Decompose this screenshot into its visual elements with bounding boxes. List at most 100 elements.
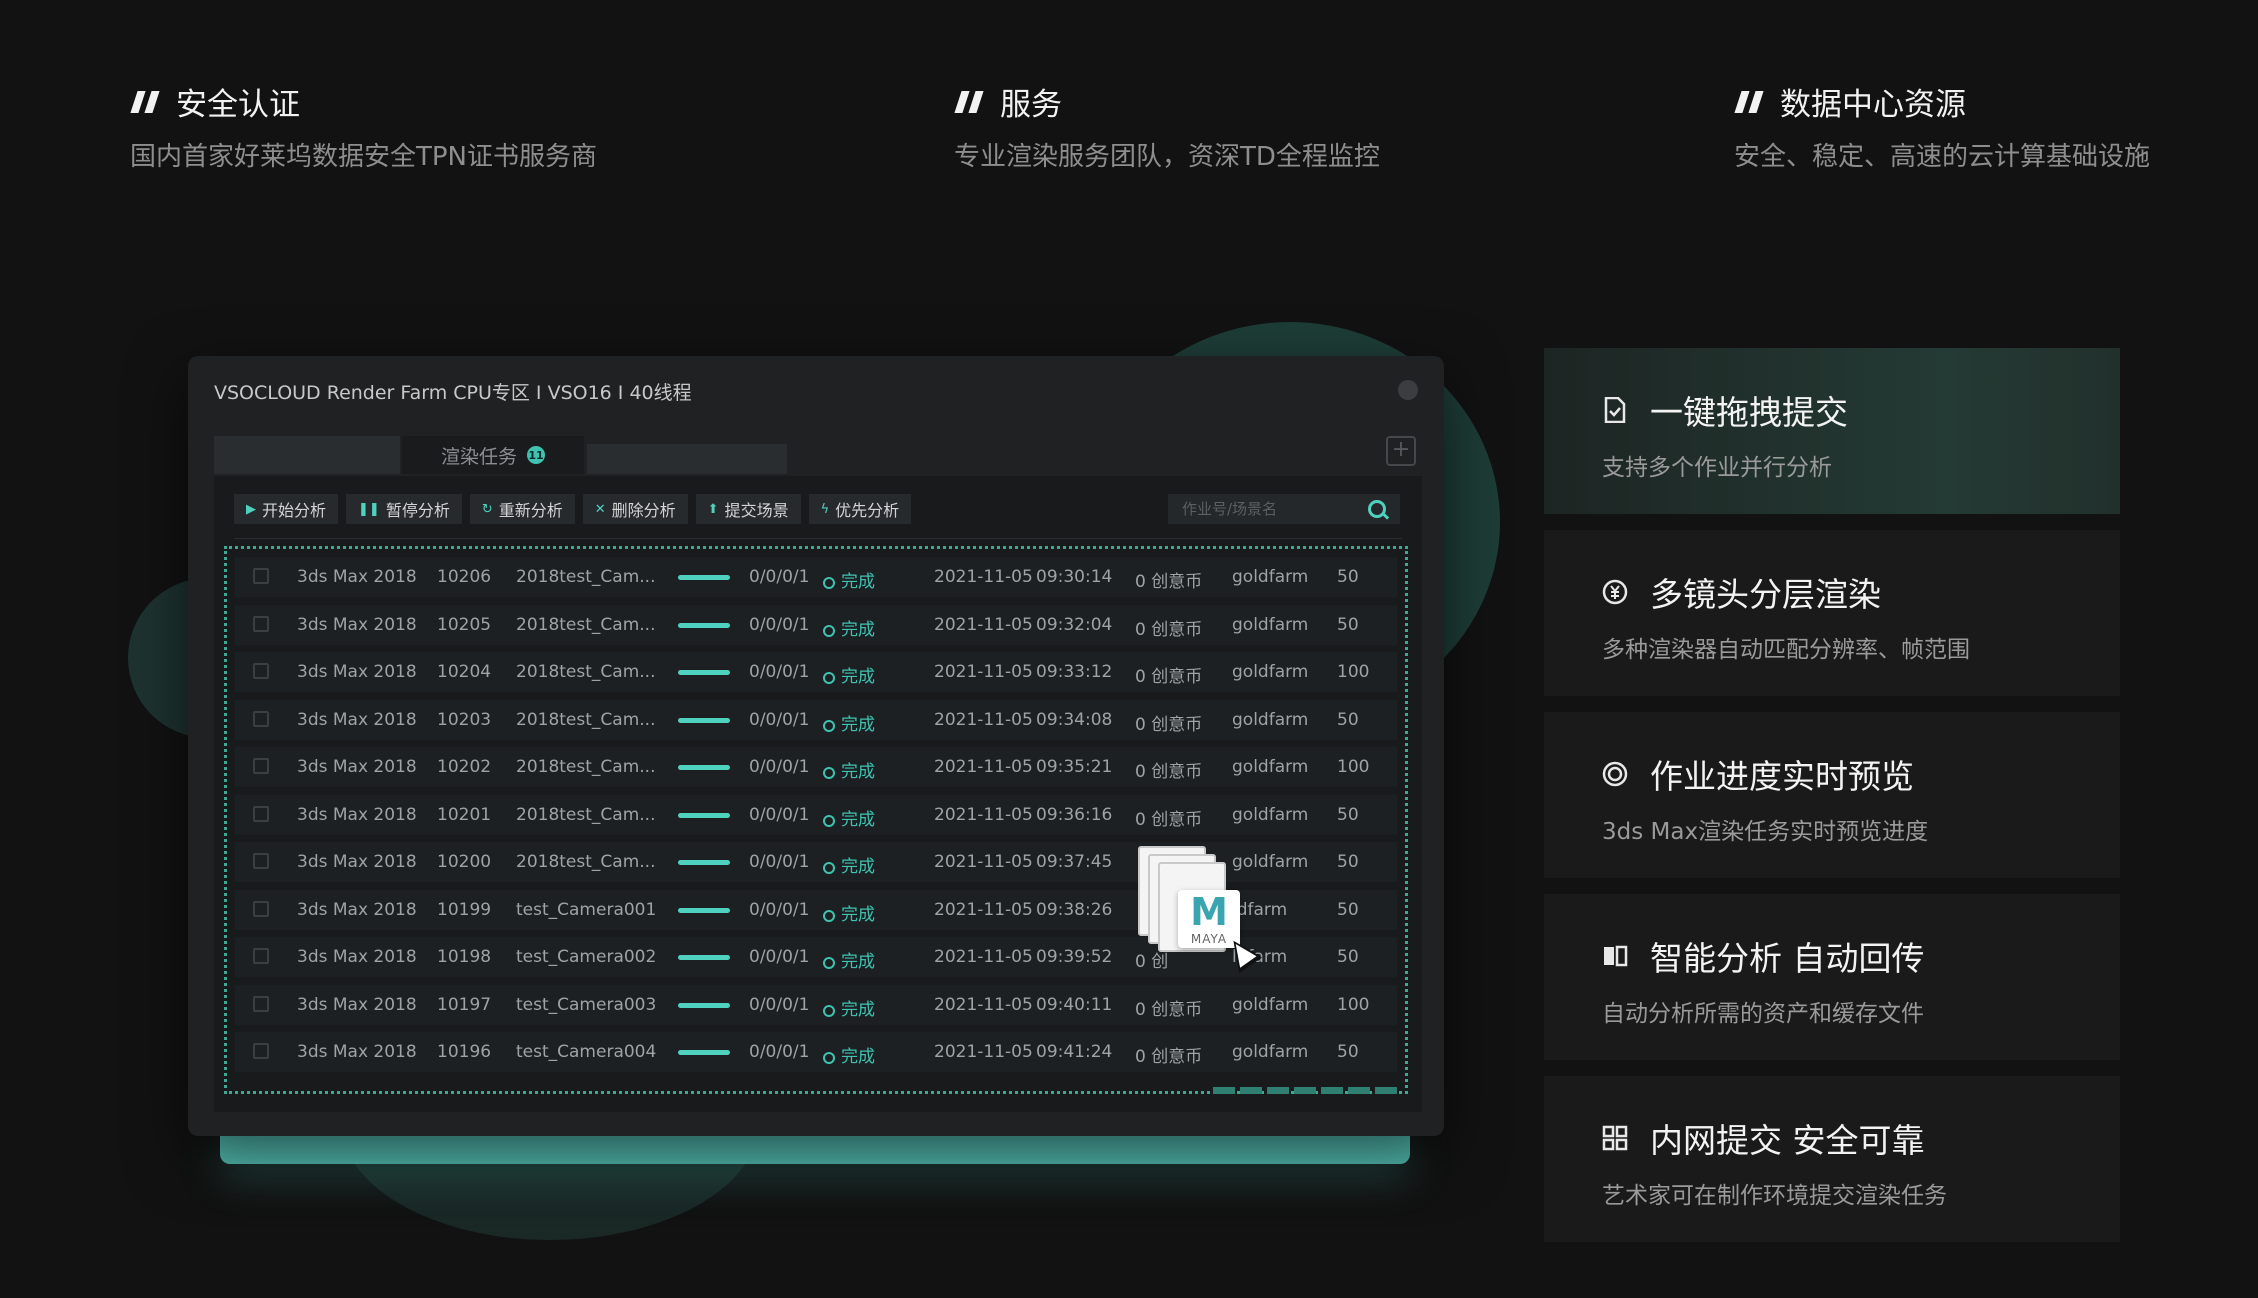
task-table: 3ds Max 2018 10206 2018test_Cam... 0/0/0/1 2…: [224, 546, 1408, 1094]
row-checkbox[interactable]: [253, 568, 269, 584]
check-circle-icon: [823, 719, 835, 732]
card-subtitle: 3ds Max渲染任务实时预览进度: [1602, 819, 1929, 845]
page-dot[interactable]: [1267, 1087, 1289, 1094]
cell-priority: 50: [1337, 804, 1359, 825]
cell-software: 3ds Max 2018: [297, 994, 417, 1015]
page-dot[interactable]: [1375, 1087, 1397, 1094]
cell-date: 2021-11-05: [934, 899, 1033, 920]
cell-id: 10200: [437, 852, 492, 872]
cell-frames: 0/0/0/1: [749, 1042, 810, 1062]
cell-frames: 0/0/0/1: [749, 662, 810, 682]
table-row[interactable]: 3ds Max 2018 10204 2018test_Cam... 0/0/0/1 2…: [235, 652, 1397, 692]
cell-priority: 50: [1337, 567, 1359, 587]
page-dot[interactable]: [1213, 1087, 1235, 1094]
quote-mark-icon: [954, 89, 984, 113]
row-checkbox[interactable]: [253, 1043, 269, 1059]
cell-user: goldfarm: [1232, 709, 1309, 730]
cell-user: goldfarm: [1232, 567, 1309, 587]
pause-analysis-button[interactable]: ❚❚ 暂停分析: [346, 494, 462, 524]
cell-priority: 50: [1337, 1042, 1359, 1062]
row-checkbox[interactable]: [253, 710, 269, 727]
delete-analysis-button[interactable]: ✕ 删除分析: [582, 494, 688, 524]
submit-scene-button[interactable]: ⬆ 提交场景: [695, 494, 801, 524]
cell-software: 3ds Max 2018: [297, 709, 417, 730]
cell-software: 3ds Max 2018: [297, 852, 417, 872]
card-subtitle: 艺术家可在制作环境提交渲染任务: [1602, 1183, 1947, 1209]
cell-date: 2021-11-05: [934, 1042, 1033, 1062]
status-text: 完成: [841, 904, 875, 925]
cell-cost: 0 创意币: [1135, 809, 1203, 830]
maya-file-drag[interactable]: M MAYA: [1138, 846, 1263, 974]
row-checkbox[interactable]: [253, 853, 269, 869]
page-dot[interactable]: [1348, 1087, 1370, 1094]
card-intranet-submit[interactable]: 内网提交 安全可靠 艺术家可在制作环境提交渲染任务: [1544, 1076, 2120, 1242]
search-icon[interactable]: [1368, 500, 1386, 518]
card-smart-analysis[interactable]: 智能分析 自动回传 自动分析所需的资产和缓存文件: [1544, 894, 2120, 1060]
check-circle-icon: [823, 577, 835, 589]
row-checkbox[interactable]: [253, 995, 269, 1012]
table-row[interactable]: 3ds Max 2018 10202 2018test_Cam... 0/0/0/1 2…: [235, 747, 1397, 787]
cell-time: 09:41:24: [1036, 1042, 1113, 1062]
search-input[interactable]: [1168, 499, 1364, 519]
cell-cost: 0 创意币: [1135, 762, 1203, 782]
check-circle-icon: [823, 862, 835, 874]
table-row[interactable]: 3ds Max 2018 10197 test_Camera003 0/0/0/1 20…: [235, 984, 1397, 1025]
pause-icon: ❚❚: [358, 501, 380, 517]
card-multi-camera[interactable]: 多镜头分层渲染 多种渲染器自动匹配分辨率、帧范围: [1544, 530, 2120, 696]
row-checkbox[interactable]: [253, 948, 269, 964]
page-dot[interactable]: [1240, 1087, 1262, 1094]
cell-time: 09:36:16: [1036, 804, 1113, 825]
feature-title: 服务: [1000, 86, 1062, 123]
button-label: 优先分析: [835, 501, 900, 520]
status-badge: 完成: [823, 757, 875, 782]
page-dot[interactable]: [1321, 1087, 1343, 1094]
reanalyze-button[interactable]: ↻ 重新分析: [469, 494, 575, 524]
cell-user: goldfarm: [1232, 804, 1309, 825]
row-checkbox[interactable]: [253, 758, 269, 774]
progress-bar: [678, 575, 730, 580]
card-title: 智能分析 自动回传: [1650, 939, 1925, 978]
cell-time: 09:37:45: [1036, 852, 1113, 872]
cell-frames: 0/0/0/1: [749, 899, 810, 920]
button-label: 删除分析: [611, 501, 676, 520]
document-check-icon: [1602, 397, 1628, 423]
priority-analysis-button[interactable]: ϟ 优先分析: [808, 494, 912, 524]
cell-frames: 0/0/0/1: [749, 567, 810, 587]
window-close-dot[interactable]: [1398, 380, 1418, 400]
cell-frames: 0/0/0/1: [749, 994, 810, 1015]
table-row[interactable]: 3ds Max 2018 10205 2018test_Cam... 0/0/0/1 2…: [235, 604, 1397, 645]
cell-frames: 0/0/0/1: [749, 614, 810, 635]
row-checkbox[interactable]: [253, 900, 269, 917]
start-analysis-button[interactable]: ▶ 开始分析: [234, 494, 339, 524]
row-checkbox[interactable]: [253, 615, 269, 632]
tab-inactive-right[interactable]: [587, 444, 787, 474]
cell-time: 09:32:04: [1036, 614, 1113, 635]
table-row[interactable]: 3ds Max 2018 10196 test_Camera004 0/0/0/1 20…: [235, 1032, 1397, 1072]
card-title: 多镜头分层渲染: [1650, 575, 1881, 614]
table-row[interactable]: 3ds Max 2018 10203 2018test_Cam... 0/0/0/1 2…: [235, 699, 1397, 740]
tab-inactive-left[interactable]: [214, 436, 400, 474]
card-drag-submit[interactable]: 一键拖拽提交 支持多个作业并行分析: [1544, 348, 2120, 514]
progress-bar: [678, 1002, 730, 1008]
check-circle-icon: [823, 672, 835, 684]
cell-id: 10202: [437, 757, 492, 777]
cell-date: 2021-11-05: [934, 662, 1033, 682]
row-checkbox[interactable]: [253, 805, 269, 822]
cell-software: 3ds Max 2018: [297, 614, 417, 635]
page-dot[interactable]: [1294, 1087, 1316, 1094]
table-row[interactable]: 3ds Max 2018 10206 2018test_Cam... 0/0/0/1 2…: [235, 557, 1397, 597]
card-progress-preview[interactable]: 作业进度实时预览 3ds Max渲染任务实时预览进度: [1544, 712, 2120, 878]
target-icon: [1602, 761, 1628, 787]
cell-date: 2021-11-05: [934, 804, 1033, 825]
task-panel: ▶ 开始分析 ❚❚ 暂停分析 ↻ 重新分析 ✕ 删除分析 ⬆ 提交场景 ϟ 优先分析 3ds…: [214, 476, 1422, 1112]
tab-render-tasks[interactable]: 渲染任务 11: [402, 436, 584, 474]
cell-scene: test_Camera002: [516, 947, 657, 967]
cell-software: 3ds Max 2018: [297, 662, 417, 682]
feature-security: 安全认证 国内首家好莱坞数据安全TPN证书服务商: [130, 78, 597, 173]
cell-priority: 100: [1337, 662, 1370, 682]
add-tab-button[interactable]: +: [1386, 436, 1416, 466]
cell-cost: 0 创意币: [1135, 999, 1203, 1020]
status-badge: 完成: [823, 852, 875, 877]
row-checkbox[interactable]: [253, 663, 269, 679]
table-row[interactable]: 3ds Max 2018 10201 2018test_Cam... 0/0/0/1 2…: [235, 794, 1397, 835]
